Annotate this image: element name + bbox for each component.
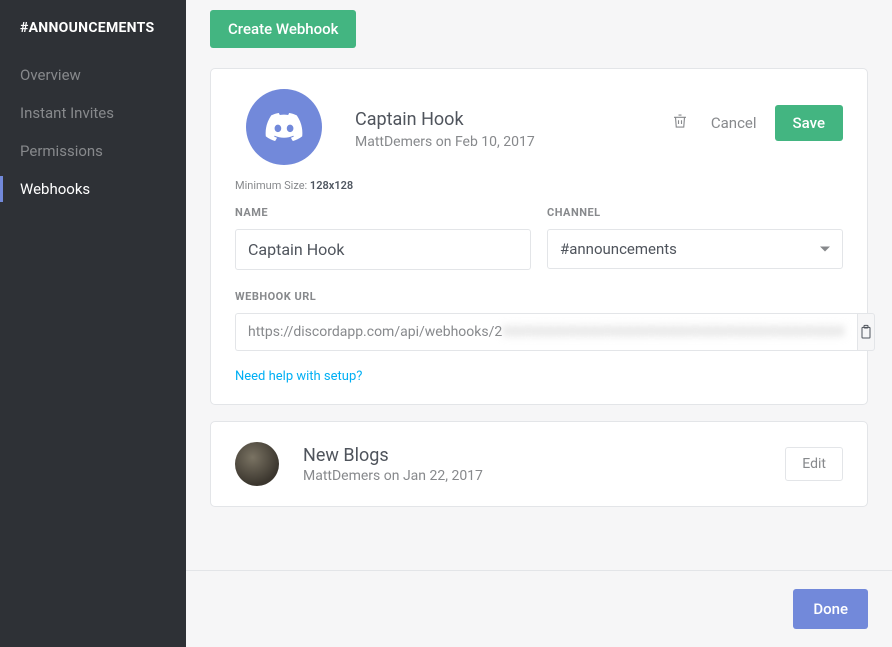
webhook-editor-panel: Minimum Size: 128x128 Captain Hook MattD… — [210, 68, 868, 405]
sidebar-item-webhooks[interactable]: Webhooks — [0, 170, 186, 208]
webhook-name-input[interactable] — [235, 229, 531, 270]
sidebar-item-invites[interactable]: Instant Invites — [0, 94, 186, 132]
avatar-min-size: Minimum Size: 128x128 — [235, 179, 355, 192]
sidebar: #ANNOUNCEMENTS Overview Instant Invites … — [0, 0, 186, 647]
cancel-button[interactable]: Cancel — [711, 114, 757, 132]
done-button[interactable]: Done — [793, 589, 868, 629]
trash-icon — [671, 111, 689, 131]
create-webhook-button[interactable]: Create Webhook — [210, 10, 356, 48]
url-label: WEBHOOK URL — [235, 290, 843, 303]
webhook-collapsed-title: New Blogs — [303, 445, 785, 466]
name-label: NAME — [235, 206, 531, 219]
webhook-collapsed-panel: New Blogs MattDemers on Jan 22, 2017 Edi… — [210, 421, 868, 507]
delete-webhook-button[interactable] — [667, 107, 693, 139]
sidebar-item-permissions[interactable]: Permissions — [0, 132, 186, 170]
webhook-avatar-collapsed — [235, 442, 279, 486]
sidebar-item-overview[interactable]: Overview — [0, 56, 186, 94]
channel-select-value: #announcements — [548, 230, 842, 268]
webhook-url-input[interactable]: https://discordapp.com/api/webhooks/2XXX… — [235, 313, 857, 351]
webhook-meta: MattDemers on Feb 10, 2017 — [355, 134, 667, 150]
webhook-avatar[interactable] — [246, 89, 322, 165]
help-link[interactable]: Need help with setup? — [235, 369, 362, 384]
channel-label: CHANNEL — [547, 206, 843, 219]
webhook-collapsed-meta: MattDemers on Jan 22, 2017 — [303, 468, 785, 484]
edit-webhook-button[interactable]: Edit — [785, 447, 843, 481]
channel-select[interactable]: #announcements — [547, 229, 843, 269]
copy-url-button[interactable] — [857, 313, 875, 351]
chevron-down-icon — [820, 247, 830, 252]
sidebar-title: #ANNOUNCEMENTS — [0, 20, 186, 56]
footer: Done — [186, 570, 892, 647]
main-content: Create Webhook Minimum Size: 128x128 Cap… — [186, 0, 892, 647]
discord-logo-icon — [263, 106, 305, 148]
save-button[interactable]: Save — [775, 105, 843, 141]
clipboard-icon — [858, 323, 874, 341]
webhook-title: Captain Hook — [355, 109, 667, 130]
